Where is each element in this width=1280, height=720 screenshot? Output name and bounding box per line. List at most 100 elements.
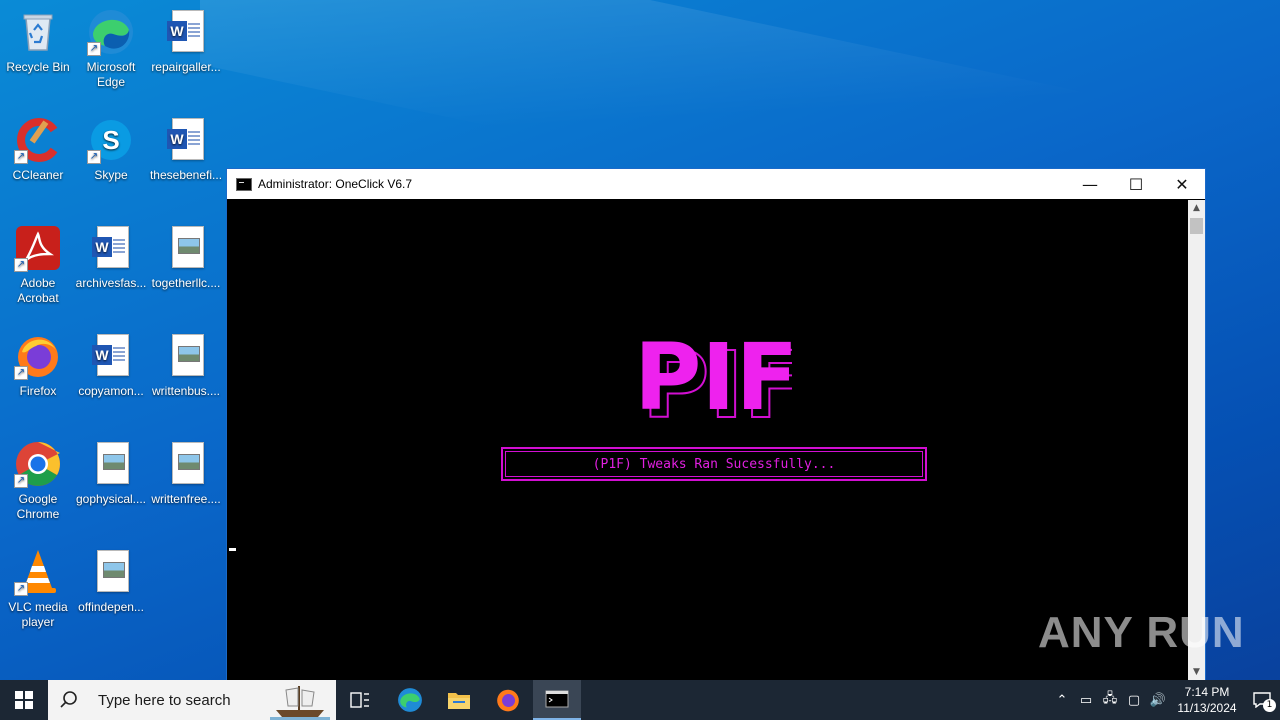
clock-time: 7:14 PM bbox=[1184, 685, 1230, 699]
desktop-icon-archivesfas[interactable]: archivesfas... bbox=[73, 224, 149, 291]
shortcut-arrow-icon: ↗ bbox=[14, 366, 28, 380]
desktop-icon-label: thesebenefi... bbox=[149, 168, 223, 182]
text-cursor bbox=[229, 548, 236, 551]
shortcut-arrow-icon: ↗ bbox=[87, 150, 101, 164]
scrollbar-thumb[interactable] bbox=[1190, 218, 1203, 234]
taskbar-search-box[interactable]: Type here to search bbox=[48, 680, 336, 720]
desktop-icon-adobe-acrobat[interactable]: ↗ Adobe Acrobat bbox=[0, 224, 76, 306]
taskbar-firefox-button[interactable] bbox=[484, 680, 532, 720]
scroll-down-arrow-icon[interactable]: ▼ bbox=[1188, 664, 1205, 681]
shortcut-arrow-icon: ↗ bbox=[14, 474, 28, 488]
pif-ascii-logo: PIF PIF bbox=[632, 324, 808, 440]
shortcut-arrow-icon: ↗ bbox=[87, 42, 101, 56]
word-document-icon bbox=[87, 224, 135, 272]
image-file-icon bbox=[87, 440, 135, 488]
command-prompt-icon bbox=[236, 177, 252, 191]
desktop-icon-recycle-bin[interactable]: Recycle Bin bbox=[0, 8, 76, 75]
desktop-icon-label: CCleaner bbox=[12, 168, 64, 182]
image-file-icon bbox=[162, 440, 210, 488]
acrobat-icon: ↗ bbox=[14, 224, 62, 272]
tablet-icon[interactable]: ▭ bbox=[1074, 680, 1098, 720]
system-tray: ⌃ ▭ 🖧 ▢ 🔊 7:14 PM 11/13/2024 1 bbox=[1050, 680, 1280, 720]
desktop-icon-label: copyamon... bbox=[78, 384, 144, 398]
close-button[interactable]: ✕ bbox=[1159, 169, 1205, 199]
notification-count-badge: 1 bbox=[1263, 699, 1276, 712]
desktop-icon-label: Microsoft Edge bbox=[86, 60, 136, 89]
image-file-icon bbox=[162, 332, 210, 380]
firefox-icon bbox=[497, 689, 519, 712]
desktop-icon-label: writtenbus.... bbox=[151, 384, 221, 398]
desktop-icon-writtenbus[interactable]: writtenbus.... bbox=[148, 332, 224, 399]
skype-icon: S ↗ bbox=[87, 116, 135, 164]
desktop-icon-label: repairgaller... bbox=[151, 60, 221, 74]
search-placeholder: Type here to search bbox=[98, 691, 231, 709]
desktop-icon-label: Firefox bbox=[19, 384, 57, 398]
svg-text:S: S bbox=[102, 125, 119, 155]
anyrun-watermark: ANY RUN bbox=[1038, 608, 1245, 657]
desktop-icon-label: Skype bbox=[94, 168, 128, 182]
chrome-icon: ↗ bbox=[14, 440, 62, 488]
shortcut-arrow-icon: ↗ bbox=[14, 150, 28, 164]
edge-icon: ↗ bbox=[87, 8, 135, 56]
desktop-icon-gophysical[interactable]: gophysical.... bbox=[73, 440, 149, 507]
desktop-icon-label: gophysical.... bbox=[75, 492, 147, 506]
command-prompt-icon bbox=[545, 690, 569, 708]
desktop-icon-label: Recycle Bin bbox=[6, 60, 70, 74]
image-file-icon bbox=[87, 548, 135, 596]
network-icon[interactable]: 🖧 bbox=[1098, 680, 1122, 720]
word-document-icon bbox=[87, 332, 135, 380]
taskbar-console-button[interactable] bbox=[533, 680, 581, 720]
scroll-up-arrow-icon[interactable]: ▲ bbox=[1188, 200, 1205, 217]
recycle-bin-icon bbox=[14, 8, 62, 56]
search-icon bbox=[60, 691, 77, 708]
desktop-icon-microsoft-edge[interactable]: ↗ Microsoft Edge bbox=[73, 8, 149, 90]
monitor-icon[interactable]: ▢ bbox=[1122, 680, 1146, 720]
desktop-icon-writtenfree[interactable]: writtenfree.... bbox=[148, 440, 224, 507]
taskbar: Type here to search ⌃ ▭ 🖧 ▢ 🔊 7:14 PM 11… bbox=[0, 680, 1280, 720]
show-hidden-icons-chevron-up-icon[interactable]: ⌃ bbox=[1050, 680, 1074, 720]
status-message: (P1F) Tweaks Ran Sucessfully... bbox=[592, 456, 836, 472]
window-titlebar[interactable]: Administrator: OneClick V6.7 — ☐ ✕ bbox=[227, 169, 1205, 199]
vlc-icon: ↗ bbox=[14, 548, 62, 596]
desktop-icon-label: Google Chrome bbox=[16, 492, 60, 521]
desktop-icon-google-chrome[interactable]: ↗ Google Chrome bbox=[0, 440, 76, 522]
shortcut-arrow-icon: ↗ bbox=[14, 582, 28, 596]
ccleaner-icon: ↗ bbox=[14, 116, 62, 164]
desktop-icon-label: togetherllc.... bbox=[151, 276, 221, 290]
desktop-icon-repairgaller[interactable]: repairgaller... bbox=[148, 8, 224, 75]
notification-center-button[interactable]: 1 bbox=[1244, 680, 1280, 720]
taskbar-clock[interactable]: 7:14 PM 11/13/2024 bbox=[1170, 684, 1244, 716]
desktop-icon-skype[interactable]: S ↗ Skype bbox=[73, 116, 149, 183]
maximize-button[interactable]: ☐ bbox=[1113, 169, 1159, 199]
console-window[interactable]: Administrator: OneClick V6.7 — ☐ ✕ PIF P… bbox=[226, 168, 1206, 682]
desktop-icon-copyamon[interactable]: copyamon... bbox=[73, 332, 149, 399]
desktop-icon-thesebenefi[interactable]: thesebenefi... bbox=[148, 116, 224, 183]
start-button[interactable] bbox=[0, 680, 48, 720]
volume-icon[interactable]: 🔊 bbox=[1146, 680, 1170, 720]
word-document-icon bbox=[162, 8, 210, 56]
word-document-icon bbox=[162, 116, 210, 164]
desktop-icon-togetherllc[interactable]: togetherllc.... bbox=[148, 224, 224, 291]
search-highlight-pirate-ship-icon bbox=[270, 686, 330, 720]
folder-icon bbox=[448, 693, 470, 709]
windows-logo-icon bbox=[15, 691, 33, 709]
desktop-icon-label: offindepen... bbox=[78, 600, 144, 614]
desktop-icon-offindepen[interactable]: offindepen... bbox=[73, 548, 149, 615]
image-file-icon bbox=[162, 224, 210, 272]
edge-icon bbox=[398, 688, 422, 712]
task-view-icon bbox=[350, 692, 369, 708]
desktop-icon-label: writtenfree.... bbox=[151, 492, 221, 506]
logo-text: PIF bbox=[634, 325, 792, 425]
shortcut-arrow-icon: ↗ bbox=[14, 258, 28, 272]
desktop-icon-label: archivesfas... bbox=[75, 276, 147, 290]
taskbar-file-explorer-button[interactable] bbox=[435, 680, 483, 720]
minimize-button[interactable]: — bbox=[1067, 169, 1113, 199]
firefox-icon: ↗ bbox=[14, 332, 62, 380]
window-title: Administrator: OneClick V6.7 bbox=[258, 177, 413, 191]
desktop-icon-ccleaner[interactable]: ↗ CCleaner bbox=[0, 116, 76, 183]
desktop-icon-vlc-media-player[interactable]: ↗ VLC media player bbox=[0, 548, 76, 630]
desktop-icon-firefox[interactable]: ↗ Firefox bbox=[0, 332, 76, 399]
taskbar-edge-button[interactable] bbox=[386, 680, 434, 720]
desktop-icon-label: VLC media player bbox=[8, 600, 68, 629]
task-view-button[interactable] bbox=[336, 680, 384, 720]
